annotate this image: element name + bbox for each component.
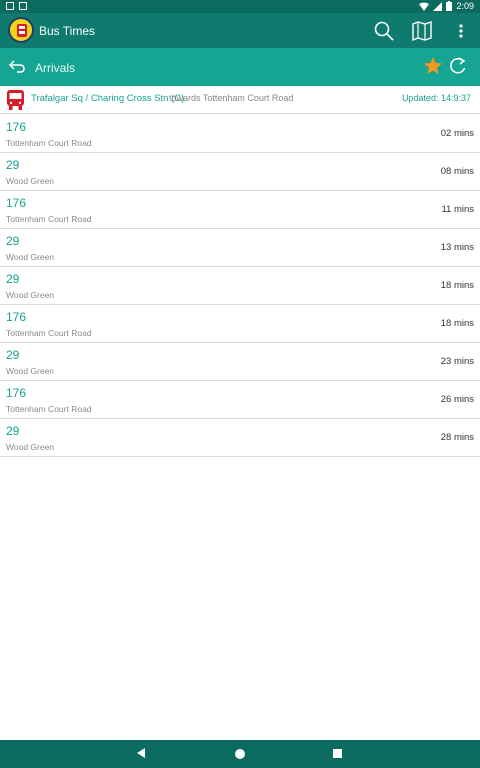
wifi-icon	[419, 2, 430, 11]
destination: Tottenham Court Road	[6, 328, 92, 338]
eta: 11 mins	[441, 204, 474, 215]
destination: Tottenham Court Road	[6, 214, 92, 224]
route-number: 29	[6, 272, 20, 286]
arrival-row[interactable]: 29 Wood Green 08 mins	[0, 153, 480, 191]
eta: 26 mins	[440, 394, 474, 405]
eta: 28 mins	[440, 432, 474, 443]
map-icon[interactable]	[411, 20, 433, 42]
arrival-row[interactable]: 29 Wood Green 28 mins	[0, 419, 480, 457]
status-right-icons: 2:09	[419, 1, 474, 11]
route-number: 29	[6, 348, 20, 362]
destination: Wood Green	[6, 252, 55, 262]
route-number: 176	[6, 120, 27, 134]
arrival-row[interactable]: 176 Tottenham Court Road 26 mins	[0, 381, 480, 419]
route-number: 29	[6, 158, 20, 172]
updated-timestamp: Updated: 14:9:37	[401, 93, 471, 103]
eta: 08 mins	[440, 166, 474, 177]
arrival-row[interactable]: 29 Wood Green 13 mins	[0, 229, 480, 267]
eta: 02 mins	[440, 128, 474, 139]
route-number: 176	[6, 386, 27, 400]
system-nav-bar	[0, 740, 480, 768]
eta: 18 mins	[440, 318, 474, 329]
arrival-row[interactable]: 176 Tottenham Court Road 11 mins	[0, 191, 480, 229]
route-number: 29	[6, 234, 20, 248]
nav-back-icon[interactable]	[137, 748, 145, 758]
destination: Tottenham Court Road	[6, 138, 92, 148]
eta: 23 mins	[440, 356, 474, 367]
eta: 18 mins	[440, 280, 474, 291]
back-arrow-icon[interactable]	[8, 57, 26, 75]
destination: Wood Green	[6, 290, 55, 300]
arrival-row[interactable]: 176 Tottenham Court Road 02 mins	[0, 115, 480, 153]
more-vert-icon[interactable]	[450, 20, 472, 42]
destination: Wood Green	[6, 176, 55, 186]
star-icon[interactable]	[423, 56, 443, 76]
nav-recents-icon[interactable]	[333, 749, 342, 758]
status-time: 2:09	[456, 1, 474, 11]
arrivals-list: 176 Tottenham Court Road 02 mins 29 Wood…	[0, 115, 480, 457]
destination: Wood Green	[6, 366, 55, 376]
notification-icon	[6, 2, 14, 10]
arrival-row[interactable]: 176 Tottenham Court Road 18 mins	[0, 305, 480, 343]
arrival-row[interactable]: 29 Wood Green 23 mins	[0, 343, 480, 381]
eta: 13 mins	[440, 242, 474, 253]
battery-icon	[446, 1, 453, 11]
arrival-row[interactable]: 29 Wood Green 18 mins	[0, 267, 480, 305]
arrivals-toolbar: Arrivals	[0, 48, 480, 86]
app-bar: Bus Times	[0, 13, 480, 48]
section-title: Arrivals	[35, 61, 76, 75]
stop-header: Trafalgar Sq / Charing Cross Stn (C) tow…	[0, 86, 480, 114]
route-number: 176	[6, 310, 27, 324]
route-number: 176	[6, 196, 27, 210]
app-title: Bus Times	[39, 24, 96, 38]
signal-icon	[433, 1, 443, 11]
stop-direction: towards Tottenham Court Road	[169, 93, 294, 103]
status-bar: 2:09	[0, 0, 480, 13]
destination: Tottenham Court Road	[6, 404, 92, 414]
refresh-icon[interactable]	[448, 56, 468, 76]
app-logo	[8, 17, 34, 43]
status-left-icons	[6, 2, 27, 10]
destination: Wood Green	[6, 442, 55, 452]
nav-home-icon[interactable]	[235, 749, 245, 759]
search-icon[interactable]	[373, 20, 395, 42]
bus-stop-icon	[7, 90, 24, 110]
photo-icon	[19, 2, 27, 10]
stop-name[interactable]: Trafalgar Sq / Charing Cross Stn (C)	[31, 93, 184, 104]
route-number: 29	[6, 424, 20, 438]
